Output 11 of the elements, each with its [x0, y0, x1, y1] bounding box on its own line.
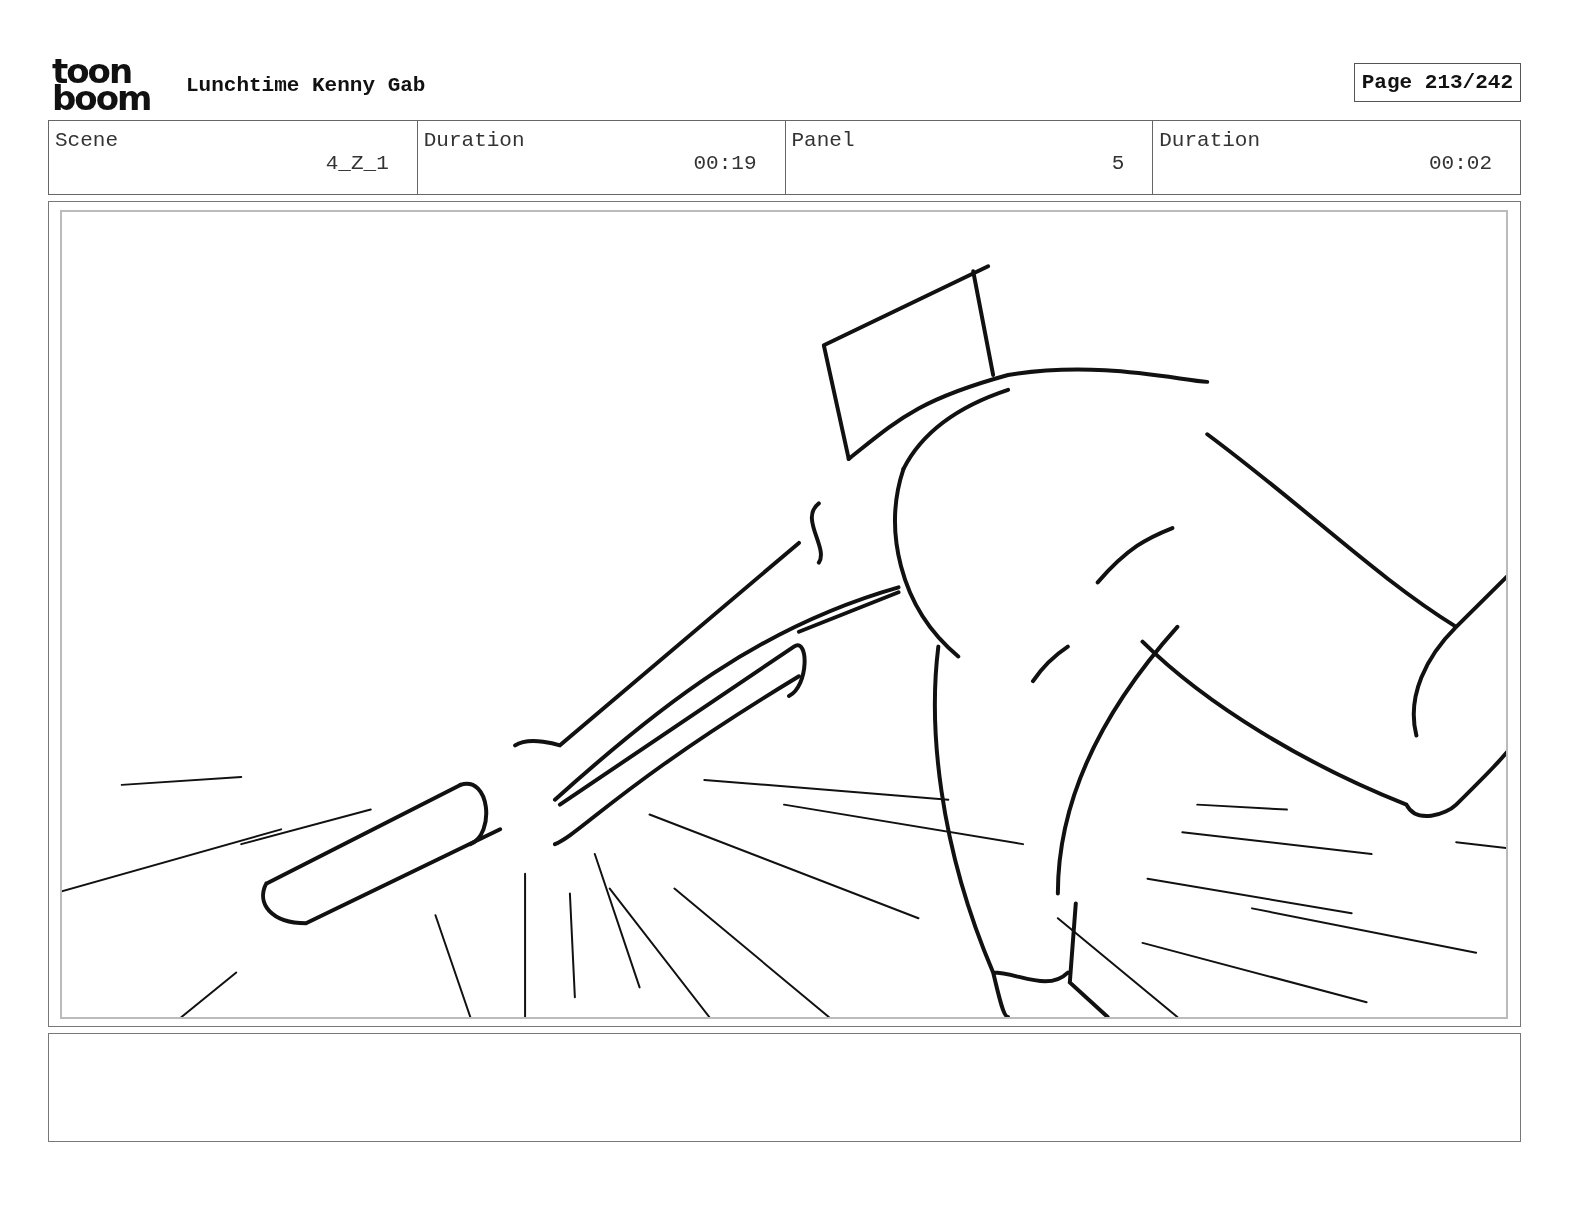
field-value: 5 — [1111, 152, 1125, 175]
field-value: 00:02 — [1429, 152, 1492, 175]
field-value: 4_Z_1 — [325, 152, 389, 175]
field-label: Scene — [55, 129, 119, 152]
logo: toon boom — [52, 58, 152, 112]
field-label: Duration — [1159, 129, 1262, 152]
storyboard-title: Lunchtime Kenny Gab — [186, 73, 427, 97]
page-number: Page 213/242 — [1353, 62, 1521, 102]
field-label: Panel — [791, 129, 856, 152]
field-label: Duration — [423, 129, 526, 152]
field-value: 00:19 — [693, 152, 757, 175]
